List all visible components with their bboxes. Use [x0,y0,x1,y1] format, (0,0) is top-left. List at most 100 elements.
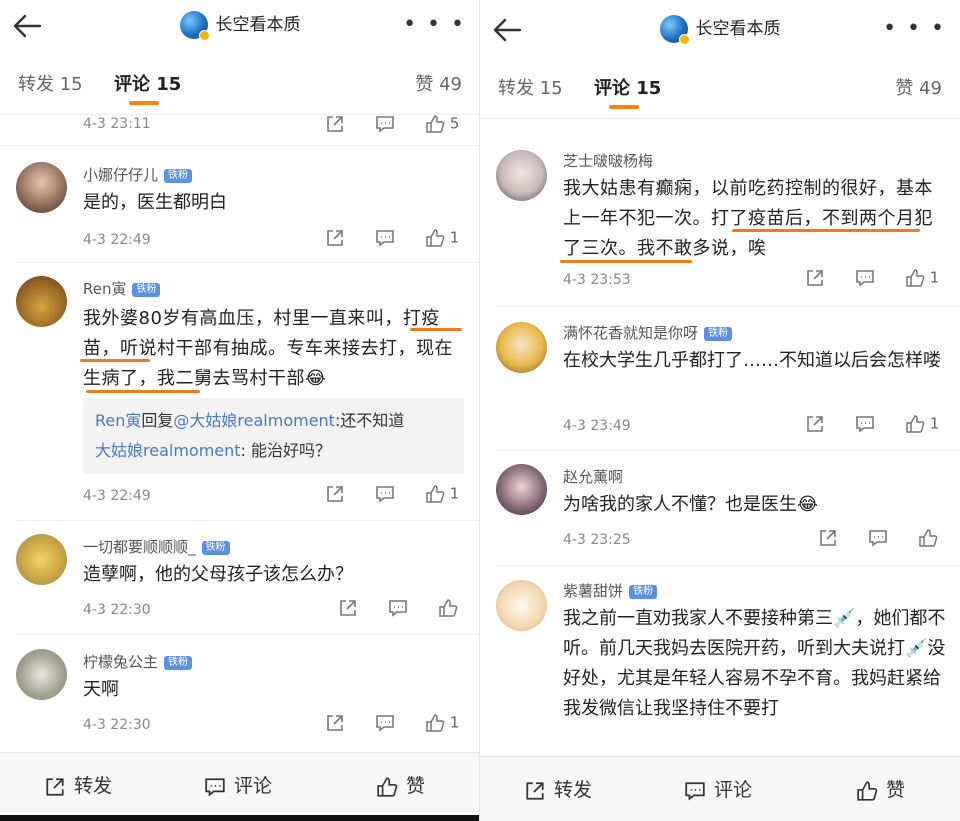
like-action[interactable]: 1 [425,228,459,248]
avatar[interactable] [496,322,547,373]
comment-user-name[interactable]: 小娜仔仔儿 铁粉 [83,164,193,185]
comment-item: Ren寅 铁粉 我外婆80岁有高血压，村里一直来叫，打疫苗，听说村干部有抽成。专车… [0,272,480,512]
bottom-comment-button[interactable]: 评论 [204,771,272,798]
comment-user-name[interactable]: 一切都要顺顺顺_ 铁粉 [83,536,230,557]
fan-badge: 铁粉 [704,326,733,341]
comment-time: 4-3 22:30 [83,717,151,733]
avatar[interactable] [16,649,67,700]
tab-like[interactable]: 赞 49 [895,74,942,100]
comment-user-name[interactable]: Ren寅 铁粉 [83,278,161,299]
reply-box[interactable]: Ren寅回复@大姑娘realmoment:还不知道 大姑娘realmoment:… [83,398,464,474]
comment-action[interactable] [375,114,395,134]
page-title: 长空看本质 [695,19,781,39]
comment-time: 4-3 22:49 [83,232,151,248]
tab-repost[interactable]: 转发 15 [18,70,83,96]
more-icon[interactable]: • • • [883,16,946,41]
avatar[interactable] [496,464,547,515]
bottom-repost-button[interactable]: 转发 [524,775,592,802]
like-action[interactable] [438,598,458,618]
comment-action[interactable] [375,713,395,733]
like-count: 5 [449,114,460,133]
bottom-repost-button[interactable]: 转发 [44,771,112,798]
reply-user-name[interactable]: 大姑娘realmoment [95,441,241,460]
repost-action[interactable] [325,228,345,248]
like-action[interactable]: 1 [425,484,459,504]
avatar[interactable] [496,150,547,201]
comment-icon [869,530,887,547]
fan-badge: 铁粉 [132,282,161,297]
comment-action[interactable] [855,268,875,288]
bottom-like-button[interactable]: 赞 [856,775,905,802]
repost-action[interactable] [338,598,358,618]
author-avatar [179,11,210,41]
bottom-action-bar: 转发 评论 赞 [0,752,480,813]
avatar[interactable] [16,276,67,327]
underline-mark [732,229,920,232]
fan-badge: 铁粉 [164,655,193,670]
repost-action[interactable] [805,414,825,434]
thumbs-up-icon [426,714,445,732]
comment-user-name[interactable]: 芝士啵啵杨梅 [563,150,653,171]
like-action[interactable]: 5 [425,114,459,134]
repost-action[interactable] [325,484,345,504]
bottom-action-bar: 转发 评论 赞 [480,756,960,821]
comment-item: 满怀花香就知是你呀 铁粉 在校大学生几乎都打了……不知道以后会怎样喽 4-3 23… [480,318,960,448]
header: 长空看本质 • • • [0,0,480,54]
share-icon [327,715,343,731]
comment-icon [376,715,394,732]
comment-user-name[interactable]: 紫薯甜饼 铁粉 [563,580,658,601]
mention-link[interactable]: @大姑娘realmoment [173,411,335,430]
repost-action[interactable] [325,114,345,134]
avatar[interactable] [16,162,67,213]
comment-action[interactable] [855,414,875,434]
bottom-like-button[interactable]: 赞 [376,771,425,798]
comment-item: 赵允薰啊 为啥我的家人不懂？也是医生😂 4-3 23:25 [480,462,960,562]
comment-item: 柠檬兔公主 铁粉 天啊 4-3 22:30 1 [0,645,480,745]
comment-action[interactable] [868,528,888,548]
comment-time: 4-3 23:25 [563,532,631,548]
comment-user-name[interactable]: 满怀花香就知是你呀 铁粉 [563,322,733,343]
divider [496,306,960,307]
comment-icon [856,270,874,287]
comment-text: 我外婆80岁有高血压，村里一直来叫，打疫苗，听说村干部有抽成。专车来接去打，现在… [83,308,453,389]
tab-like[interactable]: 赞 49 [415,70,462,96]
tab-repost[interactable]: 转发 15 [498,74,563,100]
reply-user-name[interactable]: Ren寅 [95,411,141,430]
share-icon [340,600,356,616]
like-action[interactable]: 1 [905,414,939,434]
more-icon[interactable]: • • • [403,12,466,37]
repost-action[interactable] [818,528,838,548]
repost-action[interactable] [325,713,345,733]
comment-time: 4-3 23:11 [83,116,151,132]
tab-comment[interactable]: 评论 15 [114,70,181,96]
avatar[interactable] [16,534,67,585]
bottom-comment-button[interactable]: 评论 [684,775,752,802]
divider [0,145,480,146]
comment-action[interactable] [388,598,408,618]
fan-badge: 铁粉 [629,584,658,599]
avatar[interactable] [496,580,547,631]
comment-action[interactable] [375,228,395,248]
share-icon [327,230,343,246]
reply-label: 回复 [141,411,174,430]
like-action[interactable]: 1 [425,713,459,733]
comment-icon [205,777,225,796]
repost-action[interactable] [805,268,825,288]
thumbs-up-icon [426,115,445,133]
comment-user-name[interactable]: 柠檬兔公主 铁粉 [83,651,193,672]
comment-user-name[interactable]: 赵允薰啊 [563,466,623,487]
comment-icon [856,416,874,433]
thumbs-up-icon [919,529,938,547]
comment-text: 我之前一直劝我家人不要接种第三💉，她们都不听。前几天我妈去医院开药，听到大夫说打… [563,608,946,719]
underline-mark [410,328,462,331]
like-action[interactable]: 1 [905,268,939,288]
divider [16,634,480,635]
like-action[interactable] [918,528,938,548]
share-icon [327,486,343,502]
divider [496,565,960,566]
tab-comment[interactable]: 评论 15 [594,74,661,100]
comment-icon [376,230,394,247]
divider [496,450,960,451]
comment-action[interactable] [375,484,395,504]
divider [16,520,480,521]
